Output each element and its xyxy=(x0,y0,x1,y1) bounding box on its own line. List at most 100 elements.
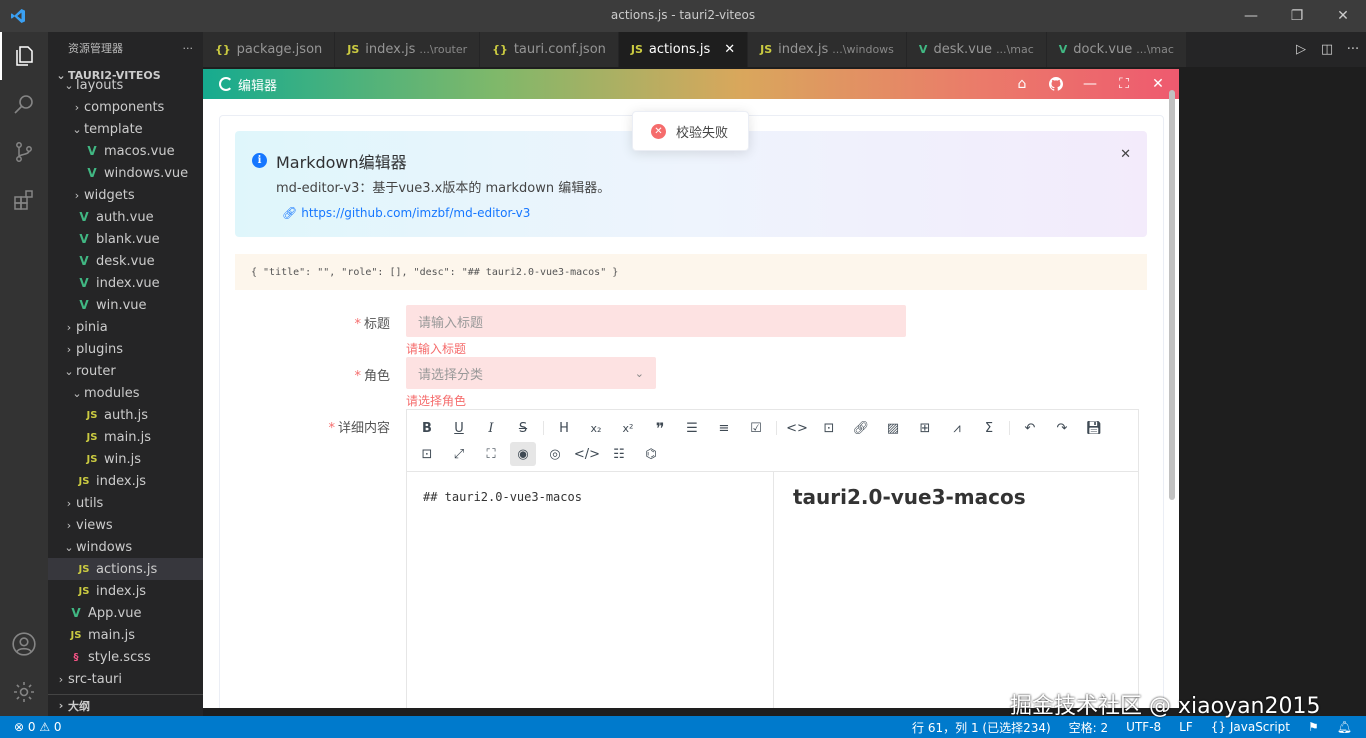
app-header: 编辑器 ⌂ — ⛶ ✕ xyxy=(203,69,1179,99)
image-icon[interactable]: ▨ xyxy=(877,416,909,440)
editor-tab[interactable]: {} package.json xyxy=(203,32,336,67)
quote-icon[interactable]: ❞ xyxy=(644,416,676,440)
tree-folder[interactable]: › components xyxy=(48,96,203,118)
subscript-icon[interactable]: x₂ xyxy=(580,416,612,440)
split-editor-icon[interactable]: ◫ xyxy=(1314,42,1340,57)
run-icon[interactable]: ▷ xyxy=(1288,42,1314,57)
preview-only-icon[interactable]: ◎ xyxy=(539,442,571,466)
editor-tab[interactable]: JS index.js ...\router xyxy=(335,32,481,67)
tree-file[interactable]: Vauth.vue xyxy=(48,206,203,228)
task-list-icon[interactable]: ☑ xyxy=(740,416,772,440)
tree-file[interactable]: Vwindows.vue xyxy=(48,162,203,184)
table-icon[interactable]: ⊞ xyxy=(909,416,941,440)
extensions-icon[interactable] xyxy=(0,176,48,224)
indentation[interactable]: 空格: 2 xyxy=(1069,719,1109,736)
close-icon[interactable]: ✕ xyxy=(1320,0,1366,32)
tree-folder[interactable]: ⌄ modules xyxy=(48,382,203,404)
tree-file[interactable]: JS auth.js xyxy=(48,404,203,426)
heading-icon[interactable]: H xyxy=(548,416,580,440)
bold-icon[interactable]: B xyxy=(411,416,443,440)
alert-close-icon[interactable]: ✕ xyxy=(1120,147,1131,162)
preview-icon[interactable]: ◉ xyxy=(510,442,536,466)
cursor-position[interactable]: 行 61，列 1 (已选择234) xyxy=(912,719,1051,736)
code-block-icon[interactable]: ⊡ xyxy=(813,416,845,440)
html-preview-icon[interactable]: </> xyxy=(571,442,603,466)
tree-file[interactable]: Vindex.vue xyxy=(48,272,203,294)
page-fullscreen-icon[interactable]: ⤢ xyxy=(443,442,475,466)
restore-icon[interactable]: ❐ xyxy=(1274,0,1320,32)
app-scrollbar[interactable] xyxy=(1169,90,1175,500)
js-file-icon: JS xyxy=(78,563,90,575)
fullscreen-icon[interactable]: ⛶ xyxy=(1107,69,1141,99)
more-icon[interactable]: ··· xyxy=(1340,42,1366,57)
tree-folder[interactable]: › pinia xyxy=(48,316,203,338)
italic-icon[interactable]: I xyxy=(475,416,507,440)
editor-tab[interactable]: {} tauri.conf.json xyxy=(480,32,619,67)
notifications-icon[interactable]: 🔔︎ xyxy=(1337,720,1352,734)
tree-file[interactable]: JS index.js xyxy=(48,580,203,602)
content-label: * 详细内容 xyxy=(328,421,390,436)
line-ending[interactable]: LF xyxy=(1179,720,1193,734)
tree-folder[interactable]: › widgets xyxy=(48,184,203,206)
editor-tab[interactable]: JS index.js ...\windows xyxy=(748,32,907,67)
encoding[interactable]: UTF-8 xyxy=(1126,720,1161,734)
link-icon[interactable]: 🔗︎ xyxy=(845,416,877,440)
tree-folder[interactable]: › src-tauri xyxy=(48,668,203,690)
tree-folder[interactable]: › plugins xyxy=(48,338,203,360)
feedback-icon[interactable]: ⚑ xyxy=(1308,720,1319,734)
language-mode[interactable]: {} JavaScript xyxy=(1211,720,1290,734)
tree-file[interactable]: § style.scss xyxy=(48,646,203,668)
editor-tab[interactable]: Vdock.vue ...\mac xyxy=(1046,32,1187,67)
home-icon[interactable]: ⌂ xyxy=(1005,69,1039,99)
tree-folder[interactable]: ⌄ template xyxy=(48,118,203,140)
formula-icon[interactable]: Σ xyxy=(973,416,1005,440)
github-icon[interactable]: ⌬ xyxy=(635,442,667,466)
strikethrough-icon[interactable]: S xyxy=(507,416,539,440)
markdown-source[interactable]: ## tauri2.0-vue3-macos xyxy=(423,490,582,504)
explorer-icon[interactable] xyxy=(0,32,48,80)
chart-icon[interactable]: ⩘ xyxy=(941,416,973,440)
tree-file[interactable]: Vwin.vue xyxy=(48,294,203,316)
unordered-list-icon[interactable]: ☰ xyxy=(676,416,708,440)
title-input[interactable]: 请输入标题 xyxy=(406,305,906,337)
source-control-icon[interactable] xyxy=(0,128,48,176)
tree-file[interactable]: JS actions.js xyxy=(48,558,203,580)
role-select[interactable]: 请选择分类 ⌄ xyxy=(406,357,656,389)
superscript-icon[interactable]: x² xyxy=(612,416,644,440)
undo-icon[interactable]: ↶ xyxy=(1014,416,1046,440)
tree-file[interactable]: JS main.js xyxy=(48,426,203,448)
github-icon[interactable] xyxy=(1039,69,1073,99)
tree-file[interactable]: V App.vue xyxy=(48,602,203,624)
account-icon[interactable] xyxy=(0,620,48,668)
tree-file[interactable]: Vmacos.vue xyxy=(48,140,203,162)
tree-item-label: auth.vue xyxy=(96,209,154,225)
tree-file[interactable]: JS main.js xyxy=(48,624,203,646)
tree-file[interactable]: JS win.js xyxy=(48,448,203,470)
underline-icon[interactable]: U xyxy=(443,416,475,440)
code-icon[interactable]: <> xyxy=(781,416,813,440)
prettier-icon[interactable]: ⊡ xyxy=(411,442,443,466)
redo-icon[interactable]: ↷ xyxy=(1046,416,1078,440)
ordered-list-icon[interactable]: ≡ xyxy=(708,416,740,440)
repo-link[interactable]: 🔗︎ https://github.com/imzbf/md-editor-v3 xyxy=(282,206,530,220)
tree-file[interactable]: Vblank.vue xyxy=(48,228,203,250)
editor-tab[interactable]: Vdesk.vue ...\mac xyxy=(906,32,1047,67)
outline-section[interactable]: › 大纲 xyxy=(48,694,203,716)
more-actions-icon[interactable]: ··· xyxy=(183,42,194,55)
errors-status[interactable]: ⊗ 0 ⚠ 0 xyxy=(14,720,62,734)
tree-folder[interactable]: ⌄ windows xyxy=(48,536,203,558)
settings-gear-icon[interactable] xyxy=(0,668,48,716)
tree-file[interactable]: JS index.js xyxy=(48,470,203,492)
tab-close-icon[interactable]: ✕ xyxy=(724,42,735,57)
save-icon[interactable]: 💾︎ xyxy=(1078,416,1110,440)
search-icon[interactable] xyxy=(0,80,48,128)
editor-tab[interactable]: JS actions.js ✕ xyxy=(618,32,749,67)
tree-folder[interactable]: ⌄ router xyxy=(48,360,203,382)
tree-folder[interactable]: › views xyxy=(48,514,203,536)
catalog-icon[interactable]: ☷ xyxy=(603,442,635,466)
tree-folder[interactable]: › utils xyxy=(48,492,203,514)
tree-file[interactable]: Vdesk.vue xyxy=(48,250,203,272)
minimize-icon[interactable]: — xyxy=(1073,69,1107,99)
fullscreen-icon[interactable]: ⛶ xyxy=(475,442,507,466)
minimize-icon[interactable]: — xyxy=(1228,0,1274,32)
